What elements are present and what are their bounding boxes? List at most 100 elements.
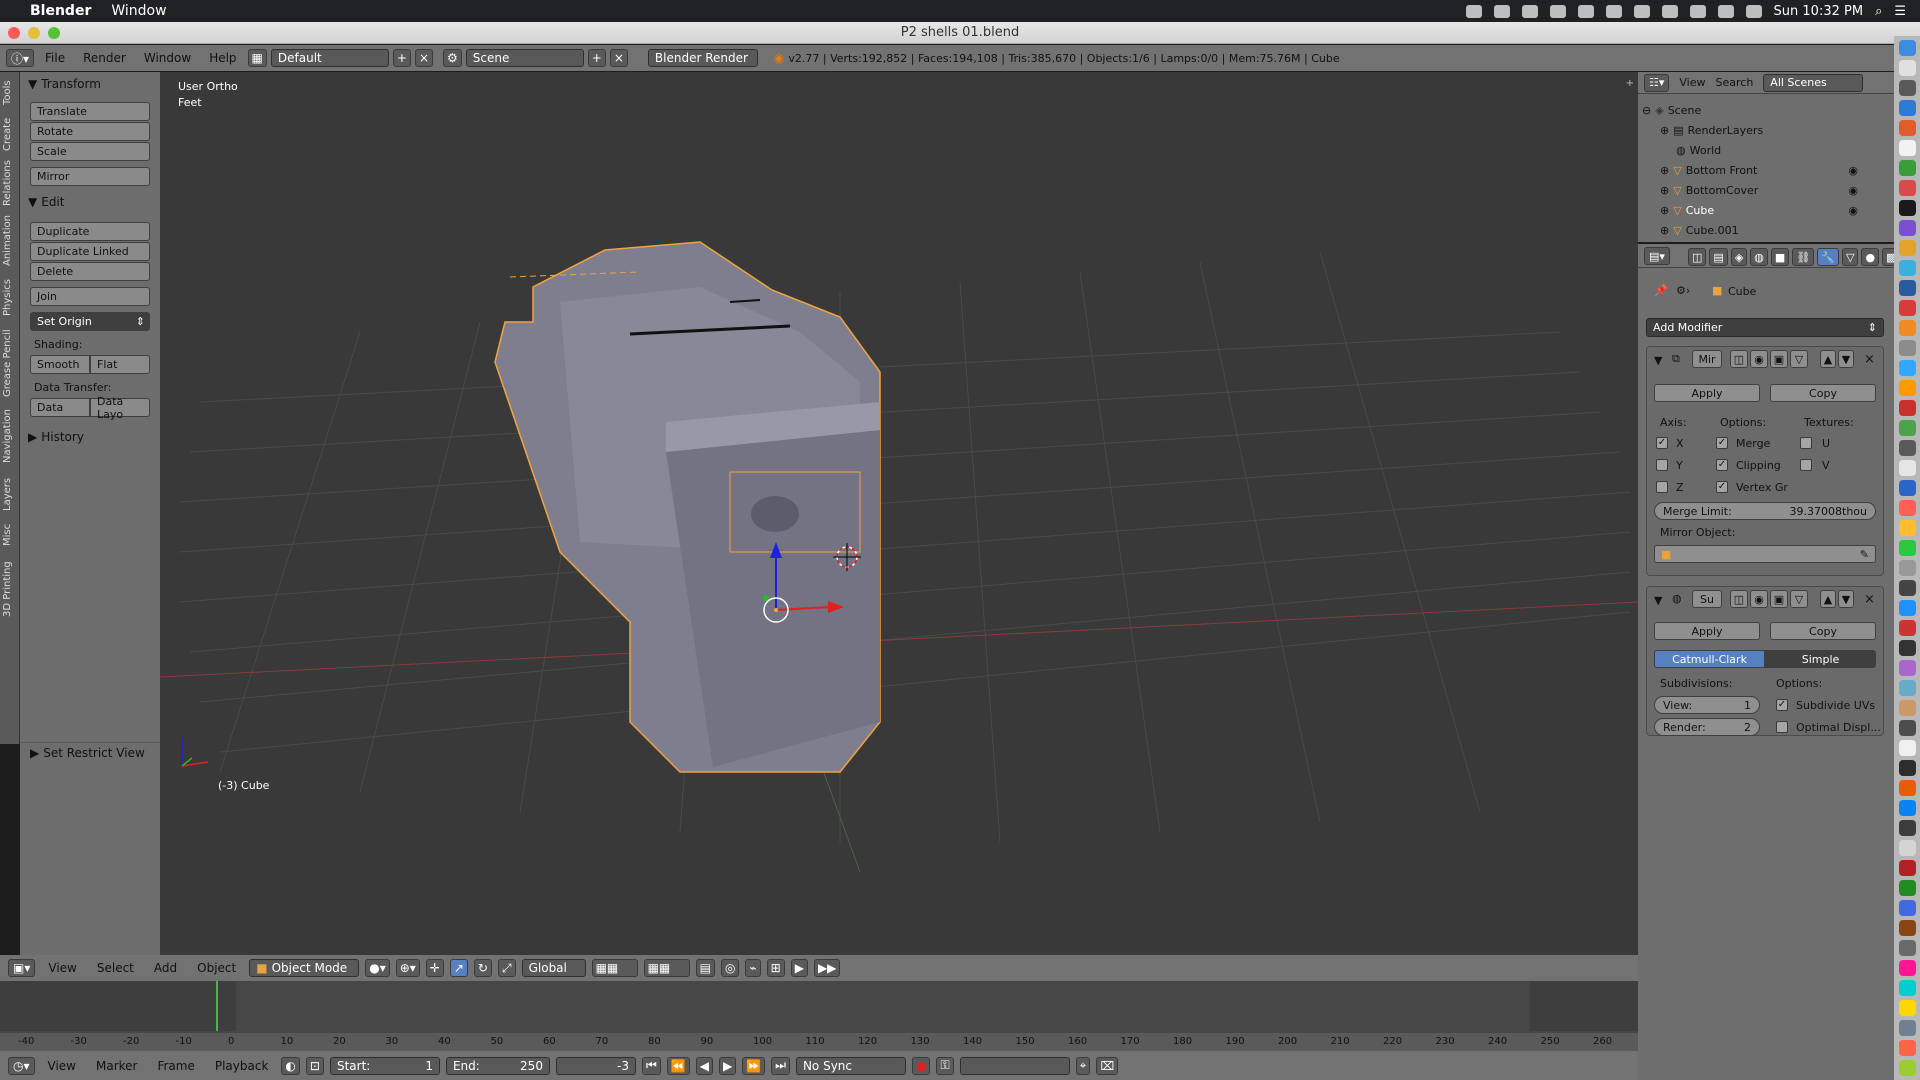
menu-view[interactable]: View — [41, 1059, 83, 1073]
start-frame-field[interactable]: Start: 1 — [329, 1056, 440, 1075]
visibility-eye-icon[interactable]: ◉ — [1848, 164, 1858, 177]
menu-file[interactable]: File — [38, 51, 72, 65]
dock-app-icon[interactable] — [1898, 600, 1916, 616]
subsurf-modifier-name[interactable]: Su — [1692, 590, 1722, 608]
menu-help[interactable]: Help — [202, 51, 243, 65]
dock-app-icon[interactable] — [1898, 160, 1916, 176]
render-tab-icon[interactable]: ◫ — [1688, 248, 1707, 266]
messages-icon[interactable] — [1577, 4, 1594, 18]
battery-icon[interactable] — [1717, 4, 1734, 18]
record-icon[interactable]: ● — [911, 1056, 931, 1075]
scene-field[interactable]: Scene — [465, 49, 584, 67]
volume-icon[interactable] — [1745, 4, 1762, 18]
axis-x-checkbox[interactable] — [1656, 437, 1668, 449]
cage-toggle-icon[interactable]: ▽ — [1790, 590, 1808, 608]
spotlight-icon[interactable]: ⌕ — [1875, 4, 1882, 19]
dock-app-icon[interactable] — [1898, 80, 1916, 96]
remove-modifier-icon[interactable]: × — [1864, 352, 1875, 367]
viewport-toggle-icon[interactable]: ◉ — [1750, 350, 1768, 368]
render-engine-select[interactable]: Blender Render — [647, 49, 758, 67]
tab-navigation[interactable]: Navigation — [2, 404, 18, 468]
duplicate-linked-button[interactable]: Duplicate Linked — [30, 242, 150, 261]
sync-select[interactable]: No Sync — [795, 1056, 906, 1075]
dock-app-icon[interactable] — [1898, 900, 1916, 916]
dock-app-icon[interactable] — [1898, 1020, 1916, 1036]
dock-app-icon[interactable] — [1898, 280, 1916, 296]
smooth-button[interactable]: Smooth — [30, 355, 90, 374]
dock-app-icon[interactable] — [1898, 180, 1916, 196]
mirror-modifier-name[interactable]: Mir — [1692, 350, 1722, 368]
layout-icon[interactable]: ▦ — [247, 49, 267, 67]
translate-manipulator-icon[interactable]: ↗ — [449, 959, 468, 977]
dropbox-icon[interactable] — [1521, 4, 1538, 18]
tab-relations[interactable]: Relations — [2, 158, 18, 208]
menu-window[interactable]: Window — [137, 51, 198, 65]
snap-element-icon[interactable]: ⊞ — [766, 959, 785, 977]
tab-create[interactable]: Create — [2, 114, 18, 154]
dock-app-icon[interactable] — [1898, 40, 1916, 56]
optimal-display-checkbox[interactable] — [1776, 721, 1788, 733]
keying-set-icon[interactable]: ⚿ — [936, 1056, 954, 1075]
tab-grease-pencil[interactable]: Grease Pencil — [2, 326, 18, 400]
dock-app-icon[interactable] — [1898, 1040, 1916, 1056]
merge-checkbox[interactable] — [1716, 437, 1728, 449]
info-editor-icon[interactable]: ⓘ▾ — [6, 49, 35, 67]
add-modifier-select[interactable]: Add Modifier ⇕ — [1646, 318, 1884, 337]
dock-app-icon[interactable] — [1898, 520, 1916, 536]
dock-app-icon[interactable] — [1898, 760, 1916, 776]
close-window-icon[interactable] — [8, 27, 20, 39]
constraints-tab-icon[interactable]: ⛓ — [1792, 248, 1815, 266]
render-toggle-icon[interactable]: ◫ — [1730, 590, 1748, 608]
dock-app-icon[interactable] — [1898, 240, 1916, 256]
wifi-icon[interactable] — [1689, 4, 1706, 18]
viewport-canvas[interactable] — [160, 72, 1638, 955]
dock-app-icon[interactable] — [1898, 940, 1916, 956]
material-tab-icon[interactable]: ● — [1861, 248, 1880, 266]
transform-panel-header[interactable]: ▼ Transform — [20, 74, 160, 94]
outliner-row-scene[interactable]: ⊖ ◈ Scene — [1638, 100, 1880, 120]
window-menu[interactable]: Window — [101, 3, 176, 19]
menu-marker[interactable]: Marker — [89, 1059, 144, 1073]
dock-app-icon[interactable] — [1898, 340, 1916, 356]
axis-z-checkbox[interactable] — [1656, 481, 1668, 493]
eyedropper-icon[interactable]: ✎ — [1860, 548, 1869, 561]
dock-app-icon[interactable] — [1898, 420, 1916, 436]
dock-app-icon[interactable] — [1898, 540, 1916, 556]
join-button[interactable]: Join — [30, 287, 150, 306]
dock-app-icon[interactable] — [1898, 720, 1916, 736]
eject-icon[interactable] — [1633, 4, 1650, 18]
dock-app-icon[interactable] — [1898, 140, 1916, 156]
clipping-checkbox[interactable] — [1716, 459, 1728, 471]
current-frame-field[interactable]: -3 — [555, 1056, 636, 1075]
play-reverse-icon[interactable]: ◀ — [695, 1056, 713, 1075]
scale-button[interactable]: Scale — [30, 142, 150, 161]
dock-app-icon[interactable] — [1898, 460, 1916, 476]
layers-grid-2-icon[interactable]: ▦▦ — [643, 959, 690, 977]
current-frame-line[interactable] — [216, 981, 218, 1031]
dock-app-icon[interactable] — [1898, 220, 1916, 236]
app-menu[interactable]: Blender — [20, 3, 101, 19]
dock-app-icon[interactable] — [1898, 580, 1916, 596]
dock-app-icon[interactable] — [1898, 640, 1916, 656]
history-panel-header[interactable]: ▶ History — [20, 427, 160, 447]
dock-app-icon[interactable] — [1898, 400, 1916, 416]
mode-select[interactable]: ■ Object Mode — [249, 959, 360, 977]
clock[interactable]: Sun 10:32 PM — [1774, 4, 1864, 19]
scale-manipulator-icon[interactable]: ⤢ — [497, 959, 516, 977]
tab-tools[interactable]: Tools — [2, 78, 18, 108]
outliner-row-bottomcover[interactable]: ⊕ ▽ BottomCover ◉ — [1638, 180, 1880, 200]
drive-icon[interactable] — [1549, 4, 1566, 18]
rotate-button[interactable]: Rotate — [30, 122, 150, 141]
render-anim-icon[interactable]: ▶▶ — [813, 959, 841, 977]
dock-app-icon[interactable] — [1898, 960, 1916, 976]
subsurf-copy-button[interactable]: Copy — [1770, 622, 1876, 640]
keying-set-field[interactable] — [959, 1056, 1070, 1075]
mirror-object-field[interactable]: ■ ✎ — [1654, 545, 1876, 563]
outliner-display-mode[interactable]: All Scenes — [1763, 73, 1864, 92]
snap-icon[interactable]: ⌁ — [745, 959, 761, 977]
manipulator-toggle-icon[interactable]: ✛ — [425, 959, 444, 977]
add-scene-icon[interactable]: + — [587, 49, 606, 67]
outliner-editor-icon[interactable]: ☷▾ — [1644, 73, 1670, 92]
jump-end-icon[interactable]: ⏭ — [771, 1056, 790, 1075]
visibility-eye-icon[interactable]: ◉ — [1848, 184, 1858, 197]
